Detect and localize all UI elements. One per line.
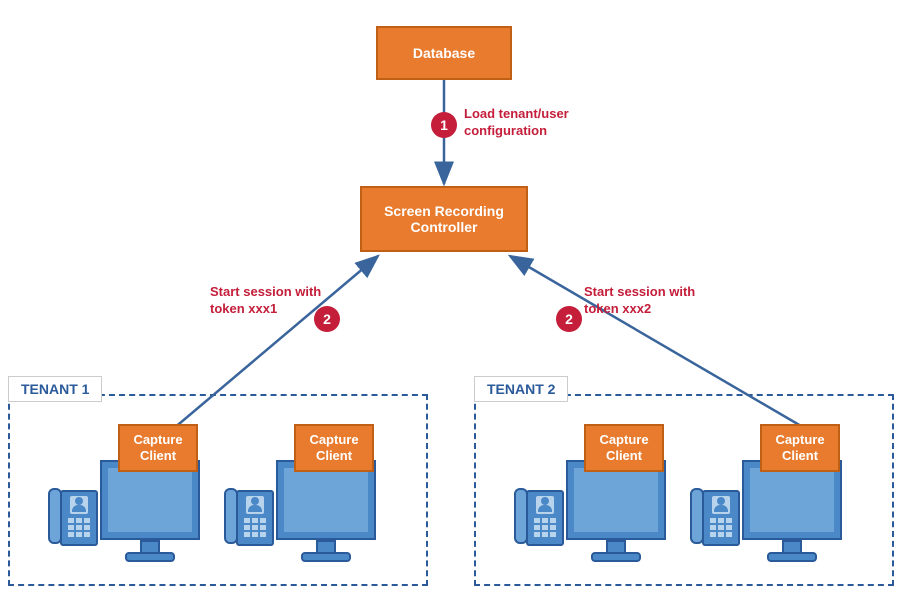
avatar-icon xyxy=(536,496,554,514)
step-annotation-1: Load tenant/user configuration xyxy=(464,106,604,140)
step-badge-2a: 2 xyxy=(314,306,340,332)
phone-icon xyxy=(236,490,274,546)
keypad-icon xyxy=(68,518,92,537)
avatar-icon xyxy=(70,496,88,514)
database-node: Database xyxy=(376,26,512,80)
controller-node: Screen Recording Controller xyxy=(360,186,528,252)
controller-label: Screen Recording Controller xyxy=(366,203,522,235)
avatar-icon xyxy=(246,496,264,514)
monitor-icon xyxy=(276,460,376,540)
keypad-icon xyxy=(710,518,734,537)
capture-client-t2-b: Capture Client xyxy=(760,424,840,472)
avatar-icon xyxy=(712,496,730,514)
database-label: Database xyxy=(413,45,475,61)
keypad-icon xyxy=(534,518,558,537)
step-badge-1: 1 xyxy=(431,112,457,138)
capture-client-t1-b: Capture Client xyxy=(294,424,374,472)
capture-client-t2-a: Capture Client xyxy=(584,424,664,472)
monitor-icon xyxy=(100,460,200,540)
keypad-icon xyxy=(244,518,268,537)
capture-client-t1-a: Capture Client xyxy=(118,424,198,472)
tenant-2-label: TENANT 2 xyxy=(474,376,568,402)
monitor-icon xyxy=(742,460,842,540)
phone-icon xyxy=(60,490,98,546)
tenant-1-label: TENANT 1 xyxy=(8,376,102,402)
step-badge-2b: 2 xyxy=(556,306,582,332)
step-annotation-2b: Start session with token xxx2 xyxy=(584,284,724,318)
phone-icon xyxy=(526,490,564,546)
monitor-icon xyxy=(566,460,666,540)
phone-icon xyxy=(702,490,740,546)
